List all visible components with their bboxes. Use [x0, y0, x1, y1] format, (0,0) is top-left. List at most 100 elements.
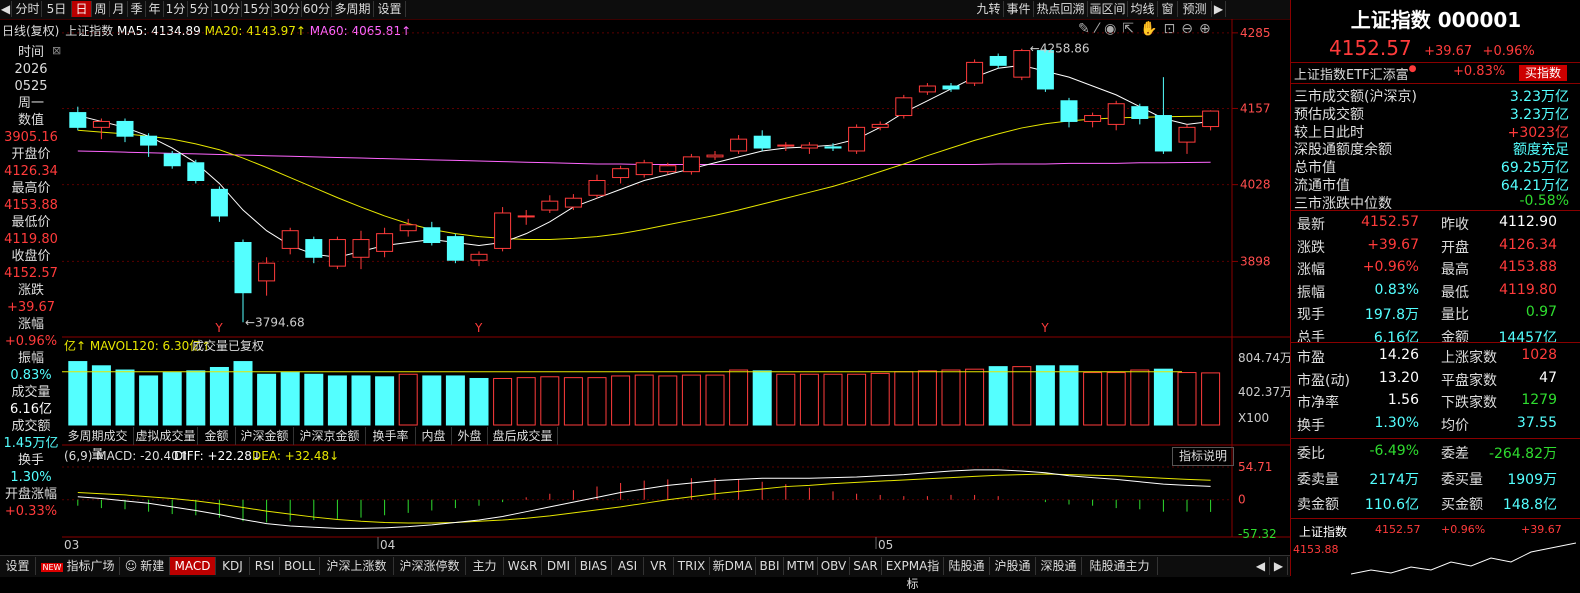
indicator-tab[interactable]: BBI	[756, 557, 784, 575]
candle-body	[848, 126, 866, 152]
indicator-tab[interactable]: NEW 指标广场	[36, 557, 120, 575]
indicator-tab[interactable]: OBV	[818, 557, 850, 575]
volume-bar	[658, 375, 678, 426]
indicator-tab[interactable]: 陆股通	[944, 557, 990, 575]
collapse-right-icon[interactable]: ▶	[1212, 1, 1226, 17]
tool-tab[interactable]: 画区间	[1088, 1, 1128, 17]
volume-tab[interactable]: 盘后成交量	[488, 427, 558, 445]
tool-tab[interactable]: 均线	[1128, 1, 1158, 17]
period-tab[interactable]: 季	[128, 1, 146, 17]
volume-bar	[493, 377, 513, 426]
volume-axis-label: 804.74万	[1238, 351, 1290, 365]
close-panel-icon[interactable]: ⊠	[52, 44, 62, 64]
volume-tab[interactable]: 外盘	[452, 427, 488, 445]
tool-tab[interactable]: 事件	[1004, 1, 1034, 17]
quote-row: 涨跌 +39.67 开盘 4126.34	[1294, 237, 1569, 256]
indicator-explain-button[interactable]: 指标说明	[1172, 447, 1234, 466]
tool-tab[interactable]: 预测	[1178, 1, 1212, 17]
candle-body	[588, 180, 606, 196]
mini-intraday-chart[interactable]	[1351, 540, 1576, 576]
indicator-tab[interactable]: TRIX	[674, 557, 710, 575]
scroll-right-icon[interactable]: ▶	[1270, 557, 1288, 575]
indicator-tab[interactable]: MTM	[784, 557, 818, 575]
candle-body	[234, 242, 252, 294]
ma20-line	[77, 115, 1211, 241]
indicator-tab[interactable]: KDJ	[216, 557, 250, 575]
quote-label: 换手	[1297, 417, 1325, 434]
indicator-tab[interactable]: SAR	[850, 557, 882, 575]
indicator-tab[interactable]: RSI	[250, 557, 280, 575]
period-tab[interactable]: 周	[92, 1, 110, 17]
candle-body	[1107, 103, 1125, 125]
candle-body	[682, 156, 700, 173]
volume-tab[interactable]: 换手率	[366, 427, 416, 445]
tool-tab[interactable]: 窗	[1158, 1, 1178, 17]
volume-tab[interactable]: 虚拟成交量	[134, 427, 198, 445]
period-tab[interactable]: 分时	[14, 1, 42, 17]
volume-tab[interactable]: 金额	[198, 427, 236, 445]
period-tab[interactable]: 5日	[42, 1, 72, 17]
indicator-tab[interactable]: 沪股通	[990, 557, 1036, 575]
indicator-tab[interactable]: 设置	[0, 557, 36, 575]
period-tab[interactable]: 月	[110, 1, 128, 17]
period-tab[interactable]: 年	[146, 1, 164, 17]
indicator-tab[interactable]: VR	[644, 557, 674, 575]
volume-tab[interactable]: 沪深金额	[236, 427, 294, 445]
tool-tab[interactable]: 热点回溯	[1034, 1, 1088, 17]
period-tab[interactable]: 5分	[188, 1, 212, 17]
indicator-tab[interactable]: 深股通	[1036, 557, 1082, 575]
volume-bar	[375, 376, 395, 426]
indicator-tab[interactable]: 沪深涨停数	[394, 557, 466, 575]
indicator-tab[interactable]: EXPMA指标	[882, 557, 944, 591]
volume-tab[interactable]: 多周期成交量	[62, 427, 134, 461]
candle-body	[69, 112, 87, 128]
scroll-left-icon[interactable]: ◀	[1252, 557, 1270, 575]
index-price-line: 4152.57 +39.67 +0.96%	[1329, 36, 1535, 60]
period-tab[interactable]: 10分	[212, 1, 242, 17]
indicator-tab[interactable]: 新DMA	[710, 557, 756, 575]
indicator-tab[interactable]: BIAS	[576, 557, 612, 575]
period-tab[interactable]: 设置	[374, 1, 406, 17]
data-value: 3905.16	[4, 130, 58, 145]
tool-tab[interactable]: 九转	[974, 1, 1004, 17]
volume-tab[interactable]: 沪深京金额	[294, 427, 366, 445]
quote-label: 现手	[1297, 307, 1325, 323]
indicator-tab[interactable]: ☺ 新建	[120, 557, 170, 575]
period-tab[interactable]: 30分	[272, 1, 302, 17]
quote-value: 1279	[1521, 392, 1557, 408]
indicator-tab[interactable]: W&R	[504, 557, 542, 575]
stat-value: -0.58%	[1519, 192, 1569, 209]
candle-body	[824, 146, 842, 149]
macd-axis-label: 0	[1238, 493, 1246, 507]
macd-axis-label: -57.32	[1238, 527, 1277, 541]
volume-bar	[327, 375, 347, 426]
indicator-tab[interactable]: ASI	[612, 557, 644, 575]
collapse-icon[interactable]: ◀	[0, 1, 12, 17]
candle-body	[399, 224, 417, 232]
period-tab[interactable]: 60分	[302, 1, 332, 17]
market-stat-row: 三市成交额(沪深京) 3.23万亿	[1294, 86, 1569, 105]
period-tab[interactable]: 日	[72, 1, 92, 17]
indicator-tab[interactable]: MACD	[170, 557, 216, 575]
quote-value: 1909万	[1507, 471, 1557, 488]
period-tab[interactable]: 15分	[242, 1, 272, 17]
indicator-tab[interactable]: 沪深上涨数	[320, 557, 394, 575]
indicator-tab[interactable]: 陆股通主力	[1082, 557, 1158, 575]
volume-tab[interactable]: 内盘	[416, 427, 452, 445]
kline-chart[interactable]: 4285415740283898←4258.86←3794.68Y Y Y亿↑ MA…	[62, 19, 1290, 556]
period-tab[interactable]: 多周期	[332, 1, 374, 17]
volume-bar	[186, 370, 206, 426]
indicator-tab-label: 设置	[5, 559, 30, 573]
indicator-tab[interactable]: 主力	[466, 557, 504, 575]
volume-bar	[516, 377, 536, 426]
indicator-tab-label: 陆股通主力	[1089, 559, 1150, 573]
chart-type-label[interactable]: 日线(复权)	[2, 24, 59, 38]
buy-index-button[interactable]: 买指数	[1519, 65, 1567, 81]
indicator-tab[interactable]: BOLL	[280, 557, 320, 575]
quote-label: 金额	[1441, 329, 1469, 346]
volume-bar	[540, 376, 560, 426]
indicator-tab[interactable]: DMI	[542, 557, 576, 575]
period-tab[interactable]: 1分	[164, 1, 188, 17]
candle-body	[966, 61, 984, 84]
etf-name[interactable]: 上证指数ETF汇添富●	[1294, 64, 1417, 83]
